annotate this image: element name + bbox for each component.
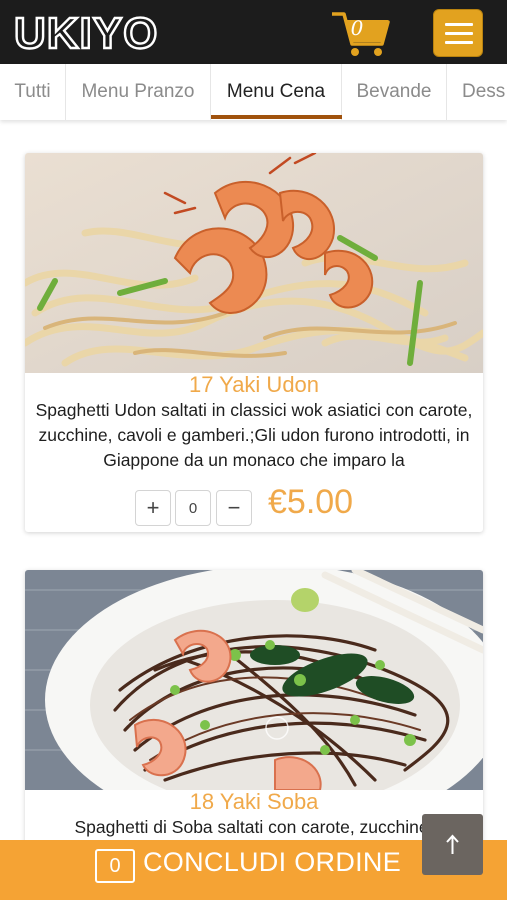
category-tabs: Tutti Menu Pranzo Menu Cena Bevande Dess xyxy=(0,64,507,120)
product-image-yaki-udon xyxy=(25,153,483,373)
product-price: €5.00 xyxy=(268,483,354,521)
hamburger-menu-button[interactable] xyxy=(433,9,483,57)
logo[interactable]: UKIYO xyxy=(13,6,206,61)
hamburger-icon xyxy=(445,23,473,26)
tab-menu-cena[interactable]: Menu Cena xyxy=(211,64,342,120)
logo-image: UKIYO xyxy=(13,8,159,59)
logo-text: UKIYO xyxy=(14,9,158,56)
cart-button[interactable]: 0 xyxy=(330,8,392,58)
increase-quantity-button[interactable]: + xyxy=(135,490,171,526)
arrow-up-icon xyxy=(446,834,459,854)
order-count: 0 xyxy=(95,849,135,883)
decrease-quantity-button[interactable]: − xyxy=(216,490,252,526)
active-tab-indicator xyxy=(211,115,342,119)
quantity-input[interactable]: 0 xyxy=(175,490,211,526)
tab-bevande[interactable]: Bevande xyxy=(342,64,447,120)
product-image-yaki-soba xyxy=(25,570,483,790)
product-description: Spaghetti di Soba saltati con carote, zu… xyxy=(74,817,434,837)
product-card: 18 Yaki Soba Spaghetti di Soba saltati c… xyxy=(25,570,483,850)
product-description: Spaghetti Udon saltati in classici wok a… xyxy=(35,400,473,470)
product-title: 18 Yaki Soba xyxy=(189,789,319,814)
app-header: UKIYO 0 xyxy=(0,0,507,64)
tab-dessert[interactable]: Dess xyxy=(447,64,507,120)
hamburger-icon-line xyxy=(445,41,473,44)
conclude-order-label: CONCLUDI ORDINE xyxy=(143,847,402,877)
tab-menu-pranzo[interactable]: Menu Pranzo xyxy=(66,64,211,120)
scroll-to-top-button[interactable] xyxy=(422,814,483,875)
cart-count: 0 xyxy=(350,16,364,40)
tab-tutti[interactable]: Tutti xyxy=(0,64,66,120)
product-title: 17 Yaki Udon xyxy=(188,372,320,397)
hamburger-icon-line xyxy=(445,32,473,35)
product-card: 17 Yaki Udon Spaghetti Udon saltati in c… xyxy=(25,153,483,532)
